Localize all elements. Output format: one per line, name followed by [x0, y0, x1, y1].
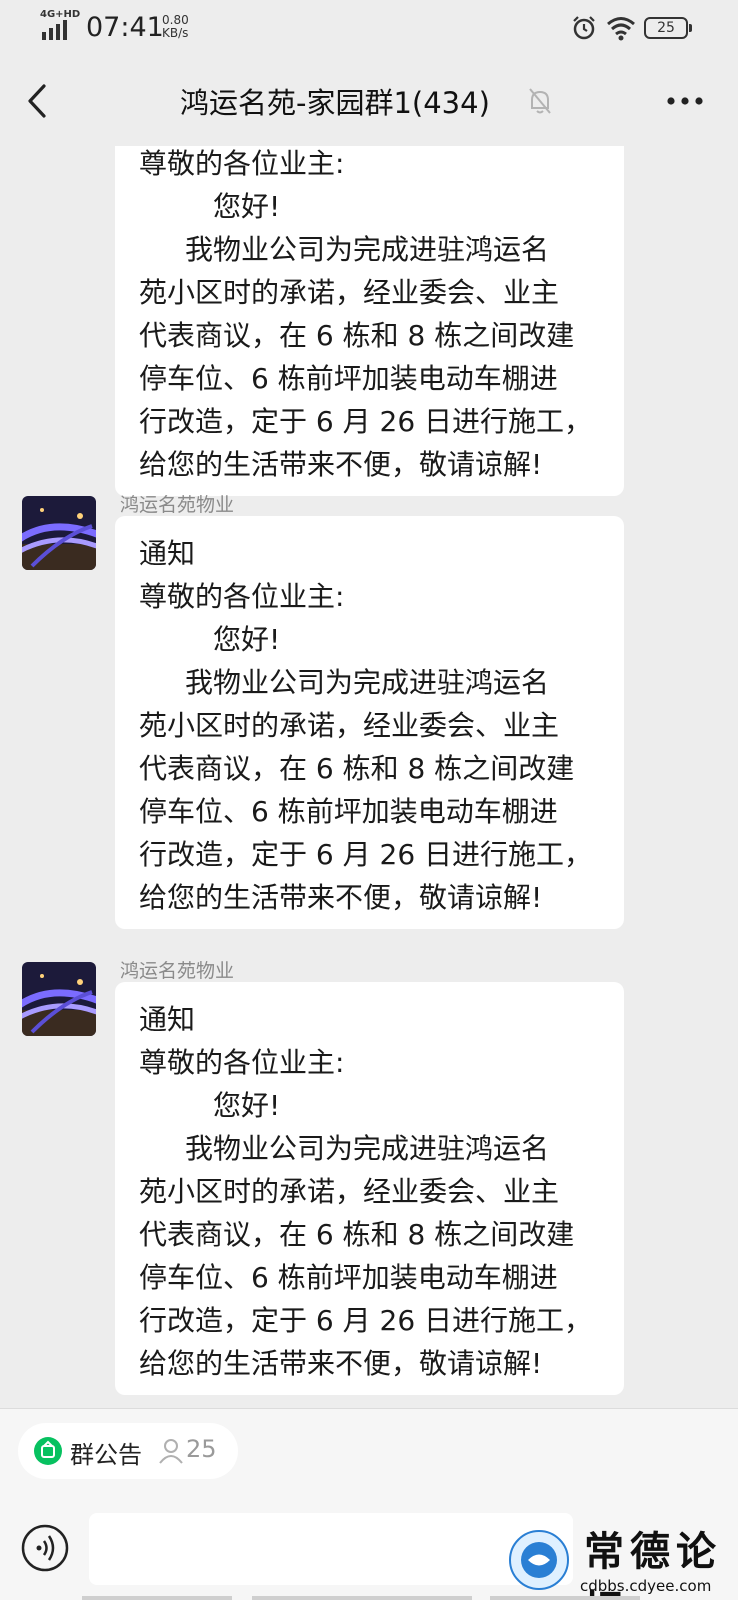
avatar[interactable] [22, 962, 96, 1036]
signal-icon [42, 20, 67, 40]
message-line: 停车位、6 栋前坪加装电动车棚进 [139, 362, 558, 395]
nav-hint [252, 1596, 472, 1600]
network-speed: 0.80 KB/s [162, 14, 189, 40]
message-line: 尊敬的各位业主: [139, 580, 345, 613]
message-line: 代表商议，在 6 栋和 8 栋之间改建 [139, 1218, 575, 1251]
voice-input-icon[interactable] [20, 1523, 70, 1573]
message-line: 通知 [139, 537, 196, 570]
message-list[interactable]: 尊敬的各位业主: 您好! 我物业公司为完成进驻鸿运名 苑小区时的承诺，经业委会、… [0, 146, 738, 1408]
wifi-icon [607, 17, 635, 41]
person-icon [159, 1439, 183, 1464]
message-line: 苑小区时的承诺，经业委会、业主 [139, 709, 560, 742]
chat-title: 鸿运名苑-家园群1(434) [180, 86, 490, 120]
message-line: 通知 [139, 1003, 196, 1036]
mute-bell-icon [529, 88, 551, 114]
forum-logo-icon [509, 1530, 569, 1590]
bottom-input-area: 群公告 25 常德论坛 cdbbs.cdyee.com [0, 1408, 738, 1600]
message-line: 行改造，定于 6 月 26 日进行施工， [139, 405, 593, 438]
message-bubble[interactable]: 通知 尊敬的各位业主: 您好! 我物业公司为完成进驻鸿运名 苑小区时的承诺，经业… [115, 982, 624, 1395]
message-line: 停车位、6 栋前坪加装电动车棚进 [139, 1261, 558, 1294]
message-line: 您好! [213, 623, 281, 656]
message-line: 苑小区时的承诺，经业委会、业主 [139, 276, 560, 309]
message-line: 您好! [213, 1089, 281, 1122]
announcement-label: 群公告 [70, 1441, 142, 1469]
status-bar: 4G+HD 07:41 0.80 KB/s 25 [0, 0, 738, 56]
message-line: 行改造，定于 6 月 26 日进行施工， [139, 838, 593, 871]
announcement-count: 25 [186, 1435, 217, 1463]
message-bubble[interactable]: 尊敬的各位业主: 您好! 我物业公司为完成进驻鸿运名 苑小区时的承诺，经业委会、… [115, 146, 624, 496]
speed-unit: KB/s [162, 26, 189, 40]
message-line: 尊敬的各位业主: [139, 147, 345, 180]
announcement-icon [34, 1437, 62, 1465]
chat-header: 鸿运名苑-家园群1(434) [0, 56, 738, 146]
message-line: 我物业公司为完成进驻鸿运名 [185, 233, 550, 266]
message-line: 停车位、6 栋前坪加装电动车棚进 [139, 795, 558, 828]
message-bubble[interactable]: 通知 尊敬的各位业主: 您好! 我物业公司为完成进驻鸿运名 苑小区时的承诺，经业… [115, 516, 624, 929]
alarm-icon [573, 16, 595, 40]
avatar-image [22, 962, 96, 1036]
more-options-icon[interactable] [666, 96, 704, 106]
avatar[interactable] [22, 496, 96, 570]
clock: 07:41 [86, 12, 164, 43]
nav-hint [490, 1596, 640, 1600]
nav-hint [82, 1596, 232, 1600]
message-line: 给您的生活带来不便，敬请谅解! [139, 881, 543, 914]
group-announcement-button[interactable]: 群公告 25 [18, 1423, 238, 1479]
avatar-image [22, 496, 96, 570]
message-line: 行改造，定于 6 月 26 日进行施工， [139, 1304, 593, 1337]
message-line: 代表商议，在 6 栋和 8 栋之间改建 [139, 752, 575, 785]
message-line: 苑小区时的承诺，经业委会、业主 [139, 1175, 560, 1208]
message-line: 我物业公司为完成进驻鸿运名 [185, 1132, 550, 1165]
forum-watermark-url: cdbbs.cdyee.com [580, 1577, 712, 1595]
message-line: 给您的生活带来不便，敬请谅解! [139, 1347, 543, 1380]
sender-name: 鸿运名苑物业 [120, 494, 235, 516]
message-line: 尊敬的各位业主: [139, 1046, 345, 1079]
message-line: 您好! [213, 190, 281, 223]
message-line: 给您的生活带来不便，敬请谅解! [139, 448, 543, 481]
sender-name: 鸿运名苑物业 [120, 960, 235, 982]
message-input[interactable] [89, 1513, 573, 1585]
battery-indicator: 25 [644, 17, 692, 39]
message-line: 我物业公司为完成进驻鸿运名 [185, 666, 550, 699]
back-arrow-icon[interactable] [24, 82, 50, 120]
message-line: 代表商议，在 6 栋和 8 栋之间改建 [139, 319, 575, 352]
